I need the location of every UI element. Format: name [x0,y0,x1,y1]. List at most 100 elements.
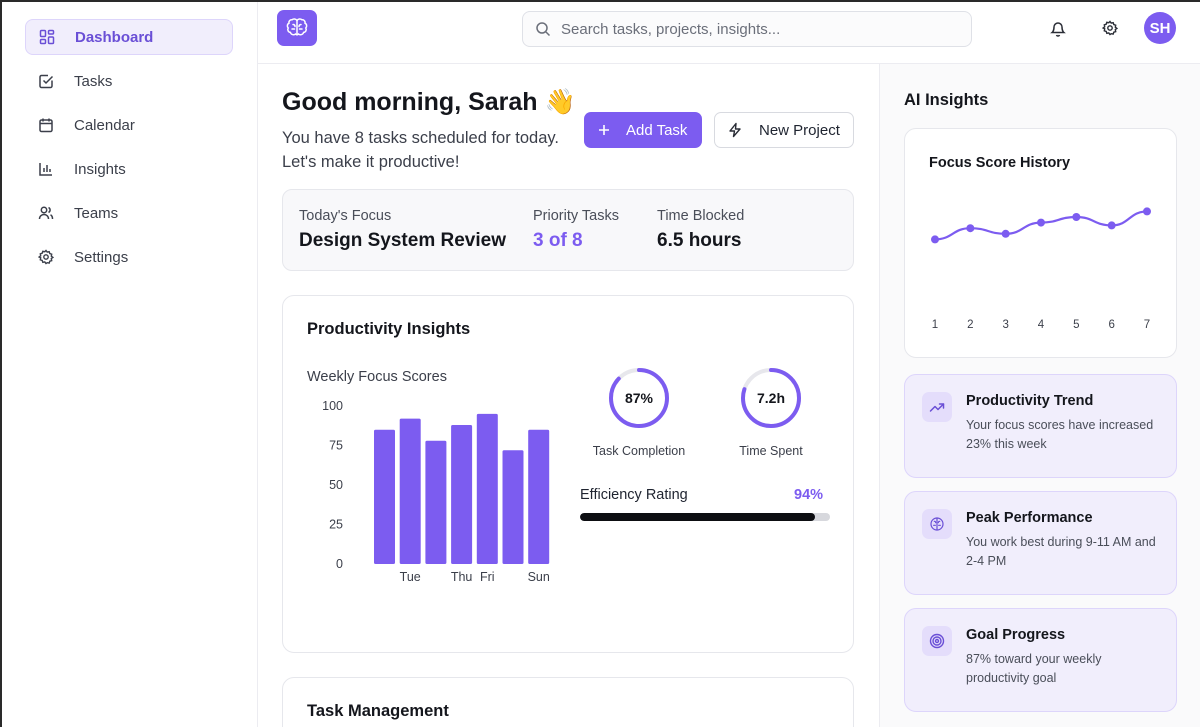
ai-insights-panel: AI Insights Focus Score History 1234567 … [879,64,1200,727]
x-tick-label: 1 [932,319,938,331]
add-task-button[interactable]: Add Task [584,112,702,148]
search-icon [535,21,551,37]
bar-sat [502,450,524,564]
lightning-icon [727,122,743,138]
insight-card-peak-performance[interactable]: Peak Performance You work best during 9-… [904,491,1177,595]
sidebar-item-label: Insights [74,160,126,178]
task-management-title: Task Management [307,702,449,720]
task-completion-label: Task Completion [592,444,686,458]
task-completion-ring: 87% [609,368,669,428]
bar-chart-icon [36,159,56,179]
x-tick-label: 4 [1038,319,1045,331]
x-tick-label: 7 [1144,319,1150,331]
focus-score-history-title: Focus Score History [929,155,1071,171]
greeting-subtext: You have 8 tasks scheduled for today. Le… [282,129,560,171]
y-tick-label: 100 [322,399,343,413]
gear-icon[interactable] [1100,18,1120,38]
efficiency-progress-fill [580,513,815,521]
sidebar-item-label: Settings [74,248,129,266]
search-bar [522,11,972,47]
plus-icon [598,124,610,136]
x-tick-label: 3 [1002,319,1008,331]
grid-icon [37,27,57,47]
focus-score-history-card: Focus Score History 1 2 3 4 5 6 7 [904,128,1177,358]
time-spent-ring: 7.2h [741,368,801,428]
insight-title: Productivity Trend [966,393,1094,409]
bar-thu [451,424,473,564]
app-logo[interactable] [277,10,317,46]
insight-description: You work best during 9-11 AM and 2-4 PM [966,535,1156,568]
y-tick-label: 25 [329,518,343,532]
data-point [1107,221,1116,230]
x-tick-label: 2 [967,319,973,331]
time-spent-label: Time Spent [739,444,803,458]
time-spent-value: 7.2h [757,390,785,406]
new-project-button[interactable]: New Project [714,112,854,148]
data-point [931,235,939,244]
weekly-focus-chart-title: Weekly Focus Scores [307,369,447,385]
main-content: Good morning, Sarah 👋 You have 8 tasks s… [258,64,878,727]
sidebar-item-tasks[interactable]: Tasks [25,63,233,99]
check-square-icon [36,71,56,91]
brain-icon [922,509,952,539]
notification-bell-icon[interactable] [1048,18,1068,38]
focus-score-line-chart: 1 2 3 4 5 6 7 [931,207,1151,331]
gear-icon [36,247,56,267]
efficiency-rating-label: Efficiency Rating [580,487,688,503]
avatar[interactable]: SH [1144,12,1176,44]
trending-up-icon [922,392,952,422]
ai-insights-title: AI Insights [904,91,989,109]
sidebar-item-label: Teams [74,204,119,222]
sidebar-item-dashboard[interactable]: Dashboard [25,19,233,55]
efficiency-progress-bar [580,513,830,521]
insight-title: Goal Progress [966,627,1066,643]
time-blocked-label: Time Blocked [657,208,745,224]
task-completion-metric: 87% Task Completion [579,366,699,458]
data-point [1037,218,1045,227]
sidebar-item-label: Tasks [74,72,113,90]
sidebar-item-label: Dashboard [75,28,154,46]
time-blocked-value: 6.5 hours [657,230,742,251]
sidebar-item-calendar[interactable]: Calendar [25,107,233,143]
x-tick-label: 5 [1073,319,1079,331]
x-tick-label: Fri [480,570,495,584]
insight-description: Your focus scores have increased 23% thi… [966,418,1154,451]
productivity-insights-title: Productivity Insights [307,320,471,338]
task-completion-value: 87% [625,390,654,406]
x-tick-label: Tue [400,570,421,584]
x-tick-label: Thu [451,570,473,584]
task-management-card: Task Management [282,677,854,727]
target-icon [922,626,952,656]
search-input[interactable] [561,20,941,38]
sidebar-item-insights[interactable]: Insights [25,151,233,187]
sidebar-item-settings[interactable]: Settings [25,239,233,275]
insight-card-productivity-trend[interactable]: Productivity Trend Your focus scores hav… [904,374,1177,478]
brain-icon [285,17,309,39]
sidebar-item-teams[interactable]: Teams [25,195,233,231]
sidebar-item-label: Calendar [74,116,135,134]
bar-tue [399,418,421,564]
users-icon [36,203,56,223]
insight-title: Peak Performance [966,510,1093,526]
x-tick-label: 6 [1108,319,1114,331]
today-focus-value: Design System Review [299,230,506,251]
priority-tasks-value: 3 of 8 [533,230,583,251]
data-point [1143,207,1151,216]
data-point [1001,229,1010,238]
calendar-icon [36,115,56,135]
sidebar: Dashboard Tasks Calendar Insights Teams … [0,0,258,727]
y-tick-label: 75 [329,439,343,453]
insight-description: 87% toward your weekly productivity goal [966,652,1102,685]
efficiency-rating-value: 94% [794,487,824,503]
y-tick-label: 0 [336,557,343,571]
insight-card-goal-progress[interactable]: Goal Progress 87% toward your weekly pro… [904,608,1177,712]
data-point [966,224,975,233]
priority-tasks-label: Priority Tasks [533,208,619,224]
x-tick-label: Sun [528,570,550,584]
bar-mon [374,429,395,564]
bar-fri [476,413,498,564]
bar-wed [425,440,447,564]
weekly-focus-bar-chart: 0 25 50 75 100 Tue Thu Fri Sun [322,399,550,584]
bar-sun [528,429,550,564]
page-title: Good morning, Sarah 👋 [282,88,576,116]
